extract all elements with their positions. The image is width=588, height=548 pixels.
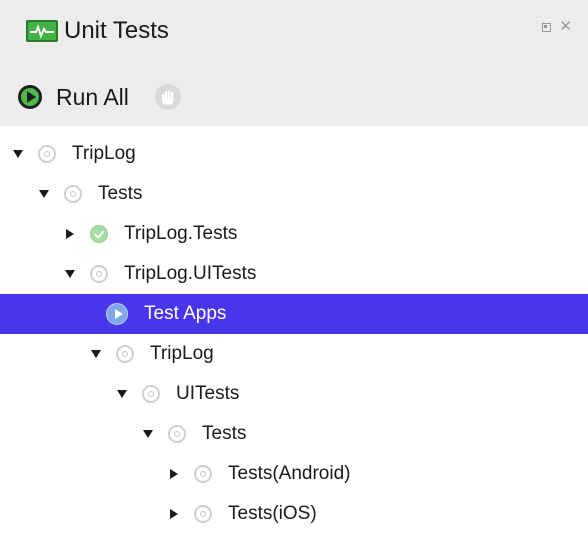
test-pending-icon — [168, 425, 186, 443]
test-pending-icon — [64, 185, 82, 203]
test-pending-icon — [38, 145, 56, 163]
tree-item-label: UITests — [176, 383, 240, 404]
close-icon[interactable]: ✕ — [559, 19, 572, 34]
pad-title: Unit Tests — [64, 17, 169, 44]
tree-item-label: TripLog — [150, 343, 214, 364]
pad-header: Unit Tests ✕ Run All — [0, 0, 588, 126]
expanded-arrow-icon[interactable] — [38, 188, 50, 200]
test-passed-icon — [90, 225, 108, 243]
expanded-arrow-icon[interactable] — [64, 268, 76, 280]
test-pending-icon — [194, 465, 212, 483]
run-icon[interactable] — [18, 85, 42, 109]
tree-row[interactable]: UITests — [0, 374, 588, 414]
test-pending-icon — [116, 345, 134, 363]
tree-row[interactable]: Test Apps — [0, 294, 588, 334]
run-all-button[interactable]: Run All — [56, 84, 129, 111]
tree-row[interactable]: TripLog.Tests — [0, 214, 588, 254]
tree-row[interactable]: Tests — [0, 414, 588, 454]
tree-row[interactable]: TripLog — [0, 134, 588, 174]
tree-item-label: TripLog.UITests — [124, 263, 257, 284]
tree-row[interactable]: TripLog — [0, 334, 588, 374]
tree-row[interactable]: TripLog.UITests — [0, 254, 588, 294]
expanded-arrow-icon[interactable] — [12, 148, 24, 160]
tree-item-label: Tests — [202, 423, 247, 444]
tree-row[interactable]: Tests(Android) — [0, 454, 588, 494]
test-app-icon — [106, 303, 128, 325]
tree-item-label: TripLog.Tests — [124, 223, 238, 244]
collapsed-arrow-icon[interactable] — [64, 228, 76, 240]
collapsed-arrow-icon[interactable] — [168, 508, 180, 520]
window-controls: ✕ — [542, 19, 572, 34]
tree-item-label: Test Apps — [144, 303, 227, 324]
tree-item-label: Tests — [98, 183, 143, 204]
test-pending-icon — [194, 505, 212, 523]
pad-title-row: Unit Tests — [26, 14, 169, 48]
tree-row[interactable]: Tests(iOS) — [0, 494, 588, 534]
unit-tests-pad-icon — [26, 20, 58, 42]
test-pending-icon — [142, 385, 160, 403]
toolbar: Run All — [18, 80, 181, 114]
stop-hand-icon[interactable] — [154, 84, 181, 110]
unit-tests-pad: Unit Tests ✕ Run All TripLog Tests TripLog… — [0, 0, 588, 548]
test-pending-icon — [90, 265, 108, 283]
tree-item-label: Tests(iOS) — [228, 503, 317, 524]
expanded-arrow-icon[interactable] — [90, 348, 102, 360]
collapsed-arrow-icon[interactable] — [168, 468, 180, 480]
tree-item-label: TripLog — [72, 143, 136, 164]
expanded-arrow-icon[interactable] — [142, 428, 154, 440]
tree-item-label: Tests(Android) — [228, 463, 351, 484]
expanded-arrow-icon[interactable] — [116, 388, 128, 400]
tree-row[interactable]: Tests — [0, 174, 588, 214]
dock-icon[interactable] — [542, 22, 552, 32]
